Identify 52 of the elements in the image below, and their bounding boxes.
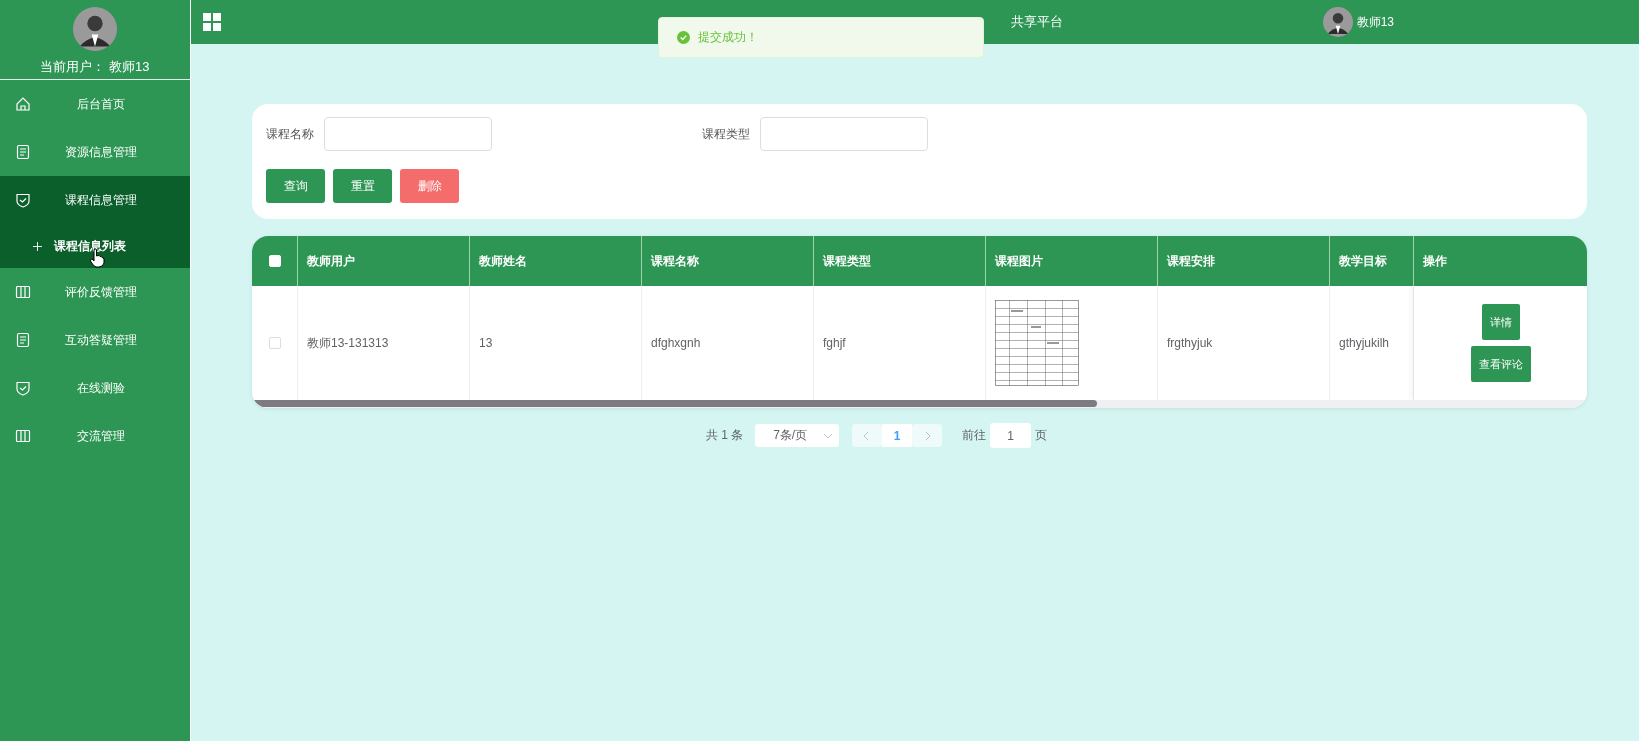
toast-message: 提交成功！ (658, 17, 984, 58)
avatar-icon (73, 7, 117, 51)
table-header-cell: 课程安排 (1158, 236, 1330, 286)
avatar-icon (1322, 7, 1353, 37)
action-button[interactable]: 详情 (1481, 304, 1520, 340)
document-icon (15, 332, 31, 348)
table-header-cell: 操作 (1414, 236, 1587, 286)
columns-icon (15, 428, 31, 444)
page-size-select[interactable]: 7条/页 (755, 424, 840, 447)
shield-icon (15, 380, 31, 396)
table-header-cell: 教师用户 (298, 236, 470, 286)
table-header-cell: 课程类型 (814, 236, 986, 286)
total-count: 共 1 条 (705, 427, 744, 444)
row-checkbox[interactable] (268, 337, 281, 349)
user-name: 教师13 (1356, 13, 1394, 31)
grid-menu-icon (203, 13, 221, 31)
field-label: 课程名称 (266, 125, 314, 143)
table-header-cell: 教学目标 (1330, 236, 1414, 286)
input-field[interactable] (760, 117, 928, 151)
menu-item[interactable]: 在线测验 (0, 364, 190, 412)
input-field[interactable] (324, 117, 492, 151)
plus-icon (33, 241, 42, 251)
action-button[interactable]: 查看评论 (1470, 346, 1531, 382)
menu-item[interactable]: 交流管理 (0, 412, 190, 460)
page-number[interactable]: 1 (882, 424, 913, 447)
next-page-button[interactable] (912, 424, 943, 447)
delete-button[interactable]: 删除 (400, 169, 459, 203)
current-user-label: 当前用户： 教师13 (40, 58, 150, 76)
menu-item[interactable]: 评价反馈管理 (0, 268, 190, 316)
select-all-checkbox[interactable] (268, 255, 281, 267)
site-title: 共享平台 (1011, 13, 1063, 31)
previous-page-button[interactable] (852, 424, 883, 447)
check-circle-icon (677, 31, 690, 44)
menu-item[interactable]: 后台首页 (0, 80, 190, 128)
field-label: 课程类型 (702, 125, 750, 143)
caret-icon (823, 431, 834, 440)
columns-icon (15, 284, 31, 300)
table-header-cell: 教师姓名 (470, 236, 642, 286)
home-icon (15, 96, 31, 112)
goto-label: 前往 (962, 427, 987, 444)
action-button[interactable]: 查询 (266, 169, 325, 203)
action-button[interactable]: 重置 (333, 169, 392, 203)
menu-item[interactable]: 互动答疑管理 (0, 316, 190, 364)
scrollbar-thumb[interactable] (252, 400, 1097, 407)
menu-item[interactable]: 课程信息管理 (0, 176, 190, 224)
page-input[interactable]: 1 (990, 423, 1032, 448)
document-icon (15, 144, 31, 160)
menu-item[interactable]: 资源信息管理 (0, 128, 190, 176)
table-header-cell: 课程名称 (642, 236, 814, 286)
table-header-cell: 课程图片 (986, 236, 1158, 286)
shield-icon (15, 192, 31, 208)
page-suffix: 页 (1035, 427, 1048, 444)
